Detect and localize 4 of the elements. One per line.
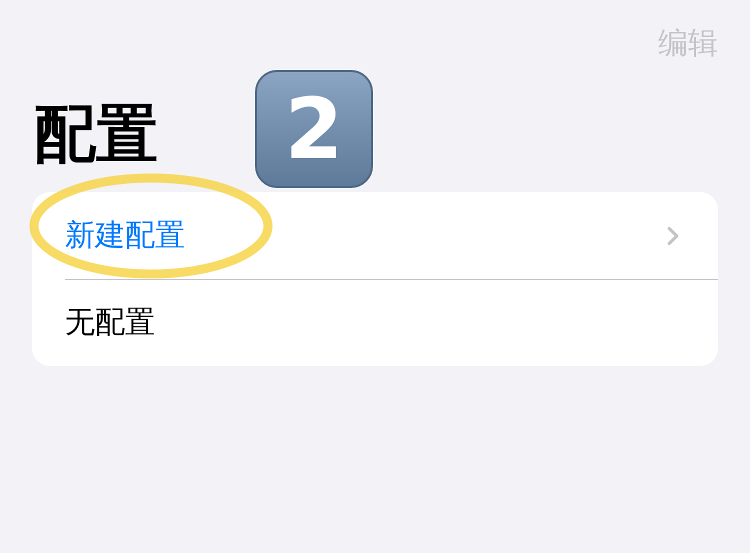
new-config-link[interactable]: 新建配置	[65, 213, 658, 258]
list-item[interactable]: 无配置	[65, 300, 688, 345]
number-badge: 2	[255, 70, 373, 188]
page-title: 配置	[34, 96, 158, 172]
